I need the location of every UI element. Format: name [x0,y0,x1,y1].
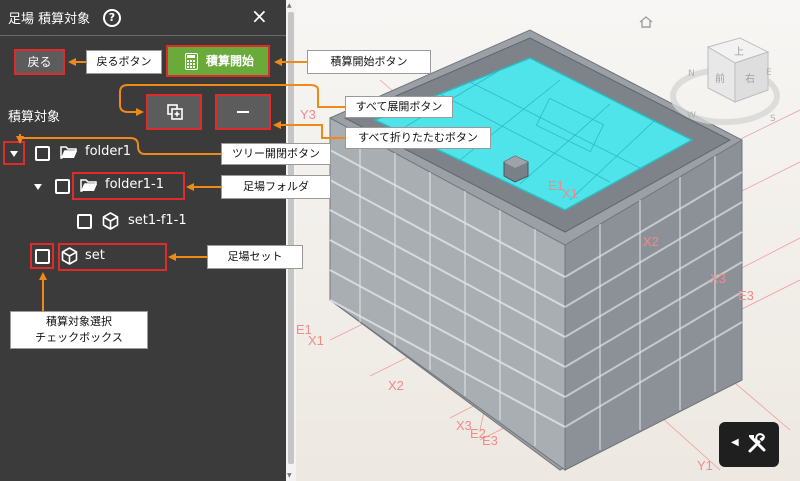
callout-start-button: 積算開始ボタン [307,50,431,74]
callout-scaffold-set: 足場セット [207,245,303,269]
folder-open-icon [80,179,97,192]
cube-icon [102,212,119,230]
callout-expand-all: すべて展開ボタン [345,96,453,118]
svg-text:前: 前 [715,72,725,85]
minus-icon [237,111,249,113]
panel-title: 足場 積算対象 [8,12,91,27]
svg-text:S: S [770,114,776,124]
grid-label-x2-lower: X2 [388,378,404,393]
grid-label-x1: X1 [562,186,578,201]
folder1-checkbox[interactable] [35,146,50,161]
tree-label-folder1-1[interactable]: folder1-1 [105,177,164,192]
start-estimate-button[interactable]: 積算開始 [166,45,270,77]
section-title: 積算対象 [8,110,61,125]
scroll-down-icon[interactable]: ▼ [287,472,292,479]
grid-label-e3: E3 [738,288,754,303]
set1-f1-1-checkbox[interactable] [77,214,92,229]
help-icon[interactable]: ? [103,9,121,27]
svg-text:N: N [688,69,695,79]
svg-text:右: 右 [745,72,755,85]
view-cube[interactable]: 上 前 右 N E S W [670,37,780,125]
callout-checkbox: 積算対象選択 チェックボックス [10,311,148,349]
scroll-thumb[interactable] [288,12,294,464]
folder-open-icon [60,146,77,159]
close-icon[interactable]: × [251,5,268,27]
grid-label-x2: X2 [643,234,659,249]
expand-all-button[interactable] [146,94,202,130]
collapse-arrow-icon: ◀ [731,437,739,448]
calculator-icon [185,53,198,70]
svg-text:上: 上 [734,46,744,58]
callout-checkbox-line1: 積算対象選択 [46,315,112,328]
tree-label-folder1[interactable]: folder1 [85,144,131,159]
tools-button[interactable]: ◀ [719,422,779,467]
tree-label-set[interactable]: set [85,248,105,263]
svg-text:E: E [766,68,772,78]
chevron-down-icon[interactable] [10,151,18,157]
tree-label-set1-f1-1[interactable]: set1-f1-1 [128,213,187,228]
cube-icon [61,247,78,265]
callout-tree-toggle: ツリー開閉ボタン [221,143,331,165]
set-checkbox[interactable] [35,249,50,264]
grid-label-y1: Y1 [697,458,713,473]
panel-header: 足場 積算対象 ? × [0,0,286,35]
svg-text:W: W [687,111,696,121]
callout-checkbox-line2: チェックボックス [35,331,123,344]
tools-icon [748,433,766,453]
grid-label-y3: Y3 [300,107,316,122]
start-estimate-label: 積算開始 [206,54,255,68]
grid-label-e3-lower: E3 [482,433,498,448]
folder1-1-checkbox[interactable] [55,179,70,194]
grid-label-x1-lower: X1 [308,333,324,348]
scroll-up-icon[interactable]: ▲ [287,2,292,9]
callout-collapse-all: すべて折りたたむボタン [345,127,491,149]
expand-all-icon [167,104,183,120]
back-button[interactable]: 戻る [14,49,65,75]
grid-label-x3: X3 [710,271,726,286]
chevron-down-icon[interactable] [34,184,42,190]
collapse-all-button[interactable] [215,94,271,130]
home-icon[interactable] [638,15,654,29]
callout-back-button: 戻るボタン [86,50,162,74]
callout-scaffold-folder: 足場フォルダ [221,175,331,199]
header-divider [0,35,286,36]
panel-scrollbar[interactable]: ▲ ▼ [286,0,296,481]
